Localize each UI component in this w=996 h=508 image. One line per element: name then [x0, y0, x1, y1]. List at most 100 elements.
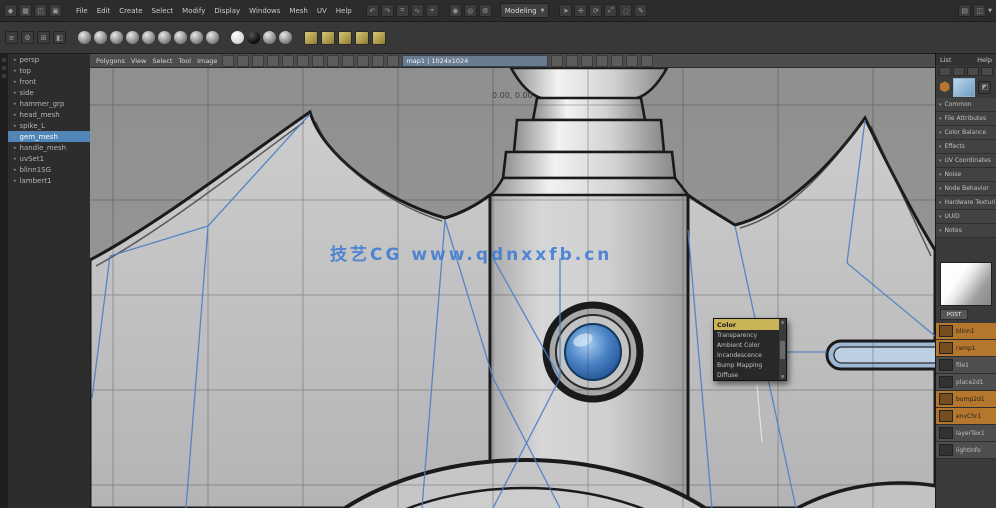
outliner-item[interactable]: ▸ side	[8, 87, 90, 98]
node-row[interactable]: layerTex1	[936, 425, 996, 442]
new-scene-icon[interactable]: ▦	[19, 4, 32, 17]
frame-all-icon[interactable]	[566, 54, 579, 67]
unfold-uv-icon[interactable]	[387, 54, 400, 67]
blue-gem[interactable]	[564, 323, 622, 381]
collapse-arrow-icon[interactable]: ▾	[939, 200, 942, 206]
collapse-arrow-icon[interactable]: ▾	[939, 144, 942, 150]
save-icon[interactable]: ▣	[49, 4, 62, 17]
popup-item[interactable]: Transparency	[714, 330, 779, 340]
popup-item[interactable]: Diffuse	[714, 370, 779, 380]
menu-item[interactable]: Windows	[245, 5, 284, 17]
node-row[interactable]: blinn1	[936, 323, 996, 340]
attribute-section[interactable]: ▾ Color Balance	[936, 126, 996, 140]
outliner-item[interactable]: ▸ front	[8, 76, 90, 87]
popup-item[interactable]: Ambient Color	[714, 340, 779, 350]
gray-material2-icon[interactable]	[279, 31, 292, 44]
post-button[interactable]: POST	[940, 309, 968, 320]
viewport-menu-item[interactable]: Tool	[176, 57, 193, 65]
attribute-section[interactable]: ▾ Effects	[936, 140, 996, 154]
isolate-icon[interactable]	[297, 54, 310, 67]
popup-scrollbar[interactable]: ▲ ▼	[779, 319, 786, 380]
shaded-toggle-icon[interactable]	[267, 54, 280, 67]
outliner-item[interactable]: ▸ handle_mesh	[8, 142, 90, 153]
wireframe-toggle-icon[interactable]	[282, 54, 295, 67]
refresh-icon[interactable]	[626, 54, 639, 67]
pin-icon[interactable]: ◩	[978, 80, 992, 94]
attribute-tab[interactable]	[981, 67, 993, 76]
node-row[interactable]: bump2d1	[936, 391, 996, 408]
app-logo-icon[interactable]: ◆	[4, 4, 17, 17]
ipr-render-icon[interactable]: ◎	[463, 4, 477, 17]
attribute-section[interactable]: ▾ Hardware Texturing	[936, 196, 996, 210]
render-icon[interactable]: ◉	[448, 4, 462, 17]
scroll-down-icon[interactable]: ▼	[781, 375, 784, 379]
popup-selected-item[interactable]: Color	[714, 319, 779, 330]
snap-curve-icon[interactable]: ∿	[410, 4, 424, 17]
cylinder-primitive-icon[interactable]	[110, 31, 123, 44]
collapse-arrow-icon[interactable]: ▾	[939, 186, 942, 192]
attribute-section[interactable]: ▾ UV Coordinates	[936, 154, 996, 168]
expand-arrow-icon[interactable]: ▸	[14, 79, 17, 85]
node-row[interactable]: ramp1	[936, 340, 996, 357]
sew-uv-icon[interactable]	[357, 54, 370, 67]
texture-name-field[interactable]: map1 | 1024x1024	[402, 54, 549, 67]
grid-toggle-icon[interactable]	[237, 54, 250, 67]
attribute-tab[interactable]	[939, 67, 951, 76]
expand-arrow-icon[interactable]: ▸	[14, 90, 17, 96]
soccer-primitive-icon[interactable]	[206, 31, 219, 44]
disc-primitive-icon[interactable]	[174, 31, 187, 44]
tool-dot-icon[interactable]	[2, 66, 6, 70]
node-row[interactable]: file1	[936, 357, 996, 374]
cone-primitive-icon[interactable]	[126, 31, 139, 44]
menu-item[interactable]: Modify	[178, 5, 209, 17]
layout-icon[interactable]: ◫	[973, 4, 987, 17]
scroll-thumb[interactable]	[780, 340, 785, 359]
gray-material-icon[interactable]	[263, 31, 276, 44]
shelf-gear-icon[interactable]: ⚙	[21, 31, 34, 44]
expand-arrow-icon[interactable]: ▸	[14, 156, 17, 162]
node-row[interactable]: place2d1	[936, 374, 996, 391]
outliner-item[interactable]: ▸ persp	[8, 54, 90, 65]
popup-item[interactable]: Incandescence	[714, 350, 779, 360]
viewport-menu-item[interactable]: Select	[150, 57, 174, 65]
attribute-section[interactable]: ▾ UUID	[936, 210, 996, 224]
expand-arrow-icon[interactable]: ▸	[14, 178, 17, 184]
expand-arrow-icon[interactable]: ▸	[14, 167, 17, 173]
expand-arrow-icon[interactable]: ▸	[14, 68, 17, 74]
zoom-1to1-icon[interactable]	[551, 54, 564, 67]
menu-item[interactable]: File	[72, 5, 92, 17]
menu-item[interactable]: Display	[210, 5, 244, 17]
uv-value-icon[interactable]	[611, 54, 624, 67]
snap-point-icon[interactable]: ⌖	[425, 4, 439, 17]
chevron-down-icon[interactable]: ▼	[988, 8, 992, 14]
outliner-item[interactable]: ▸ uvSet1	[8, 153, 90, 164]
outliner-item[interactable]: ▸ hammer_grp	[8, 98, 90, 109]
menu-item[interactable]: Help	[332, 5, 356, 17]
cut-uv-icon[interactable]	[372, 54, 385, 67]
rotate-tool-icon[interactable]: ⟳	[589, 4, 603, 17]
menu-item[interactable]: UV	[313, 5, 331, 17]
viewport-menu-item[interactable]: Polygons	[94, 57, 127, 65]
tool-dot-icon[interactable]	[2, 74, 6, 78]
collapse-arrow-icon[interactable]: ▾	[939, 130, 942, 136]
outliner-item[interactable]: ▸ blinn1SG	[8, 164, 90, 175]
texture-swatch[interactable]	[953, 77, 976, 97]
attribute-tab[interactable]	[953, 67, 965, 76]
select-tool-icon[interactable]: ➤	[559, 4, 573, 17]
attribute-section[interactable]: ▾ Common	[936, 98, 996, 112]
expand-arrow-icon[interactable]: ▸	[14, 101, 17, 107]
texture-toggle-icon[interactable]	[252, 54, 265, 67]
sphere-primitive-icon[interactable]	[78, 31, 91, 44]
expand-arrow-icon[interactable]: ▸	[14, 145, 17, 151]
expand-arrow-icon[interactable]: ▸	[14, 134, 17, 140]
menu-item[interactable]: Edit	[93, 5, 115, 17]
tool-dot-icon[interactable]	[2, 58, 6, 62]
shelf-tab-icon[interactable]: ≡	[5, 31, 18, 44]
expand-arrow-icon[interactable]: ▸	[14, 57, 17, 63]
collapse-arrow-icon[interactable]: ▾	[939, 214, 942, 220]
torus-primitive-icon[interactable]	[142, 31, 155, 44]
node-row[interactable]: lightInfo	[936, 442, 996, 459]
collapse-arrow-icon[interactable]: ▾	[939, 158, 942, 164]
viewport-menu-item[interactable]: View	[129, 57, 148, 65]
redo-icon[interactable]: ↷	[380, 4, 394, 17]
